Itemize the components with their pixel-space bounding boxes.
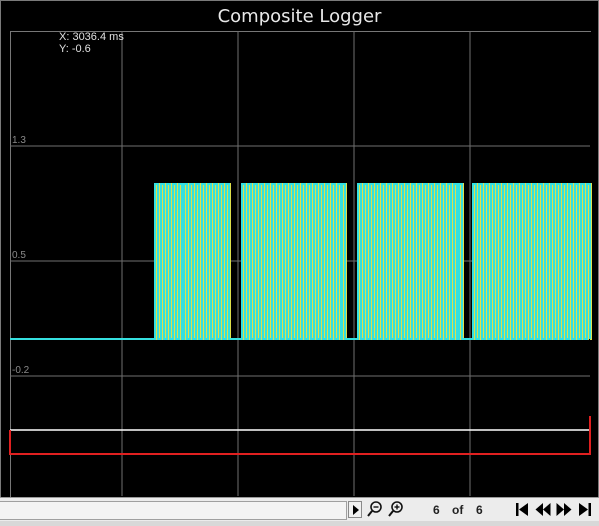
zoom-in-icon[interactable] <box>387 500 405 518</box>
y-tick-label: -0.2 <box>12 365 30 376</box>
page-of-label: of <box>452 503 464 517</box>
first-page-icon[interactable] <box>514 502 530 517</box>
previous-page-icon[interactable] <box>535 502 551 517</box>
red-reference-trace <box>9 416 591 455</box>
cursor-x-readout: X: 3036.4 ms <box>59 31 124 43</box>
cursor-y-readout: Y: -0.6 <box>59 43 91 55</box>
scroll-right-icon[interactable] <box>348 501 362 518</box>
trace-canvas[interactable] <box>1 1 599 498</box>
bottom-toolbar: 6 of 6 <box>0 497 599 522</box>
y-tick-label: 0.5 <box>12 250 26 261</box>
next-page-icon[interactable] <box>556 502 572 517</box>
page-total: 6 <box>476 503 483 517</box>
status-strip <box>0 521 599 526</box>
page-current: 6 <box>433 503 440 517</box>
last-page-icon[interactable] <box>577 502 593 517</box>
logger-panel: Composite Logger X: 3036.4 ms Y: -0.6 1.… <box>0 0 599 498</box>
zoom-out-icon[interactable] <box>366 500 384 518</box>
horizontal-scrollbar[interactable] <box>0 501 347 520</box>
y-tick-label: 1.3 <box>12 135 26 146</box>
